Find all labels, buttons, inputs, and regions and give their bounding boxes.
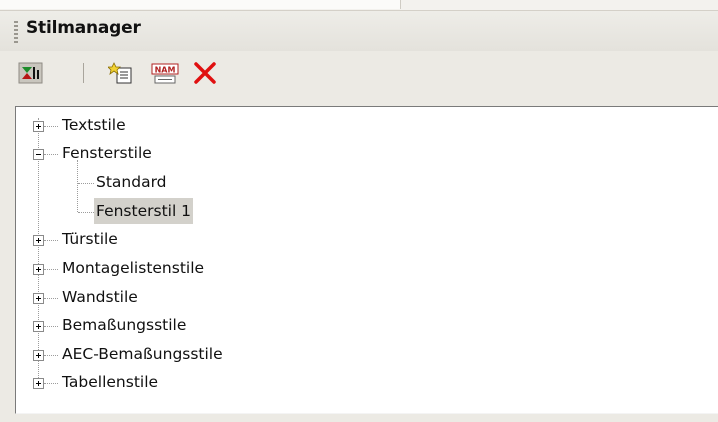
expand-toggle-wandstile[interactable] (33, 293, 44, 304)
expand-toggle-tabellenstile[interactable] (33, 378, 44, 389)
tree-connector (78, 212, 94, 213)
name-icon: NAM (151, 63, 179, 84)
drag-grip[interactable] (14, 21, 18, 43)
tree-item-label: Fensterstile (62, 144, 152, 162)
tree-item-label-selected: Fensterstil 1 (94, 198, 194, 224)
expand-toggle-montagelistenstile[interactable] (33, 264, 44, 275)
tree-item-label: Türstile (62, 230, 118, 248)
top-strip (0, 0, 718, 11)
tree-connector (44, 298, 58, 299)
toolbar-separator (83, 63, 84, 83)
expand-toggle-tuerstile[interactable] (33, 235, 44, 246)
name-icon-text: NAM (155, 66, 176, 75)
tree-connector (44, 154, 58, 155)
tree-item-label: Tabellenstile (62, 373, 159, 391)
tree-item-label: AEC-Bemaßungsstile (62, 345, 223, 363)
new-style-button[interactable] (107, 61, 134, 85)
tree-connector (44, 126, 58, 127)
top-strip-segment (0, 0, 401, 9)
style-tree: Textstile Fensterstile Standard Fensters… (15, 106, 718, 414)
tree-branch-line (77, 160, 78, 212)
tree-connector (44, 355, 58, 356)
style-filter-button[interactable] (18, 61, 44, 85)
tree-connector (44, 240, 58, 241)
tree-item-label: Bemaßungsstile (62, 316, 187, 334)
tree-connector (44, 383, 58, 384)
toolbar: NAM (0, 51, 718, 95)
tree-connector (44, 326, 58, 327)
tree-item-label: Montagelistenstile (62, 259, 205, 277)
filter-icon (18, 62, 43, 84)
delete-style-button[interactable] (192, 61, 218, 85)
tree-item-label: Standard (96, 173, 167, 191)
tree-connector (78, 183, 94, 184)
collapse-toggle-fensterstile[interactable] (33, 149, 44, 160)
new-style-icon (107, 62, 132, 84)
panel-titlebar: Stilmanager (0, 11, 718, 51)
delete-x-icon (194, 62, 216, 84)
expand-toggle-aec-bemassungsstile[interactable] (33, 350, 44, 361)
tree-connector (44, 269, 58, 270)
tree-item-label: Wandstile (62, 288, 138, 306)
tree-item-label: Textstile (62, 116, 126, 134)
panel-title: Stilmanager (26, 18, 141, 38)
rename-style-button[interactable]: NAM (150, 61, 179, 85)
expand-toggle-bemassungsstile[interactable] (33, 321, 44, 332)
expand-toggle-textstile[interactable] (33, 121, 44, 132)
